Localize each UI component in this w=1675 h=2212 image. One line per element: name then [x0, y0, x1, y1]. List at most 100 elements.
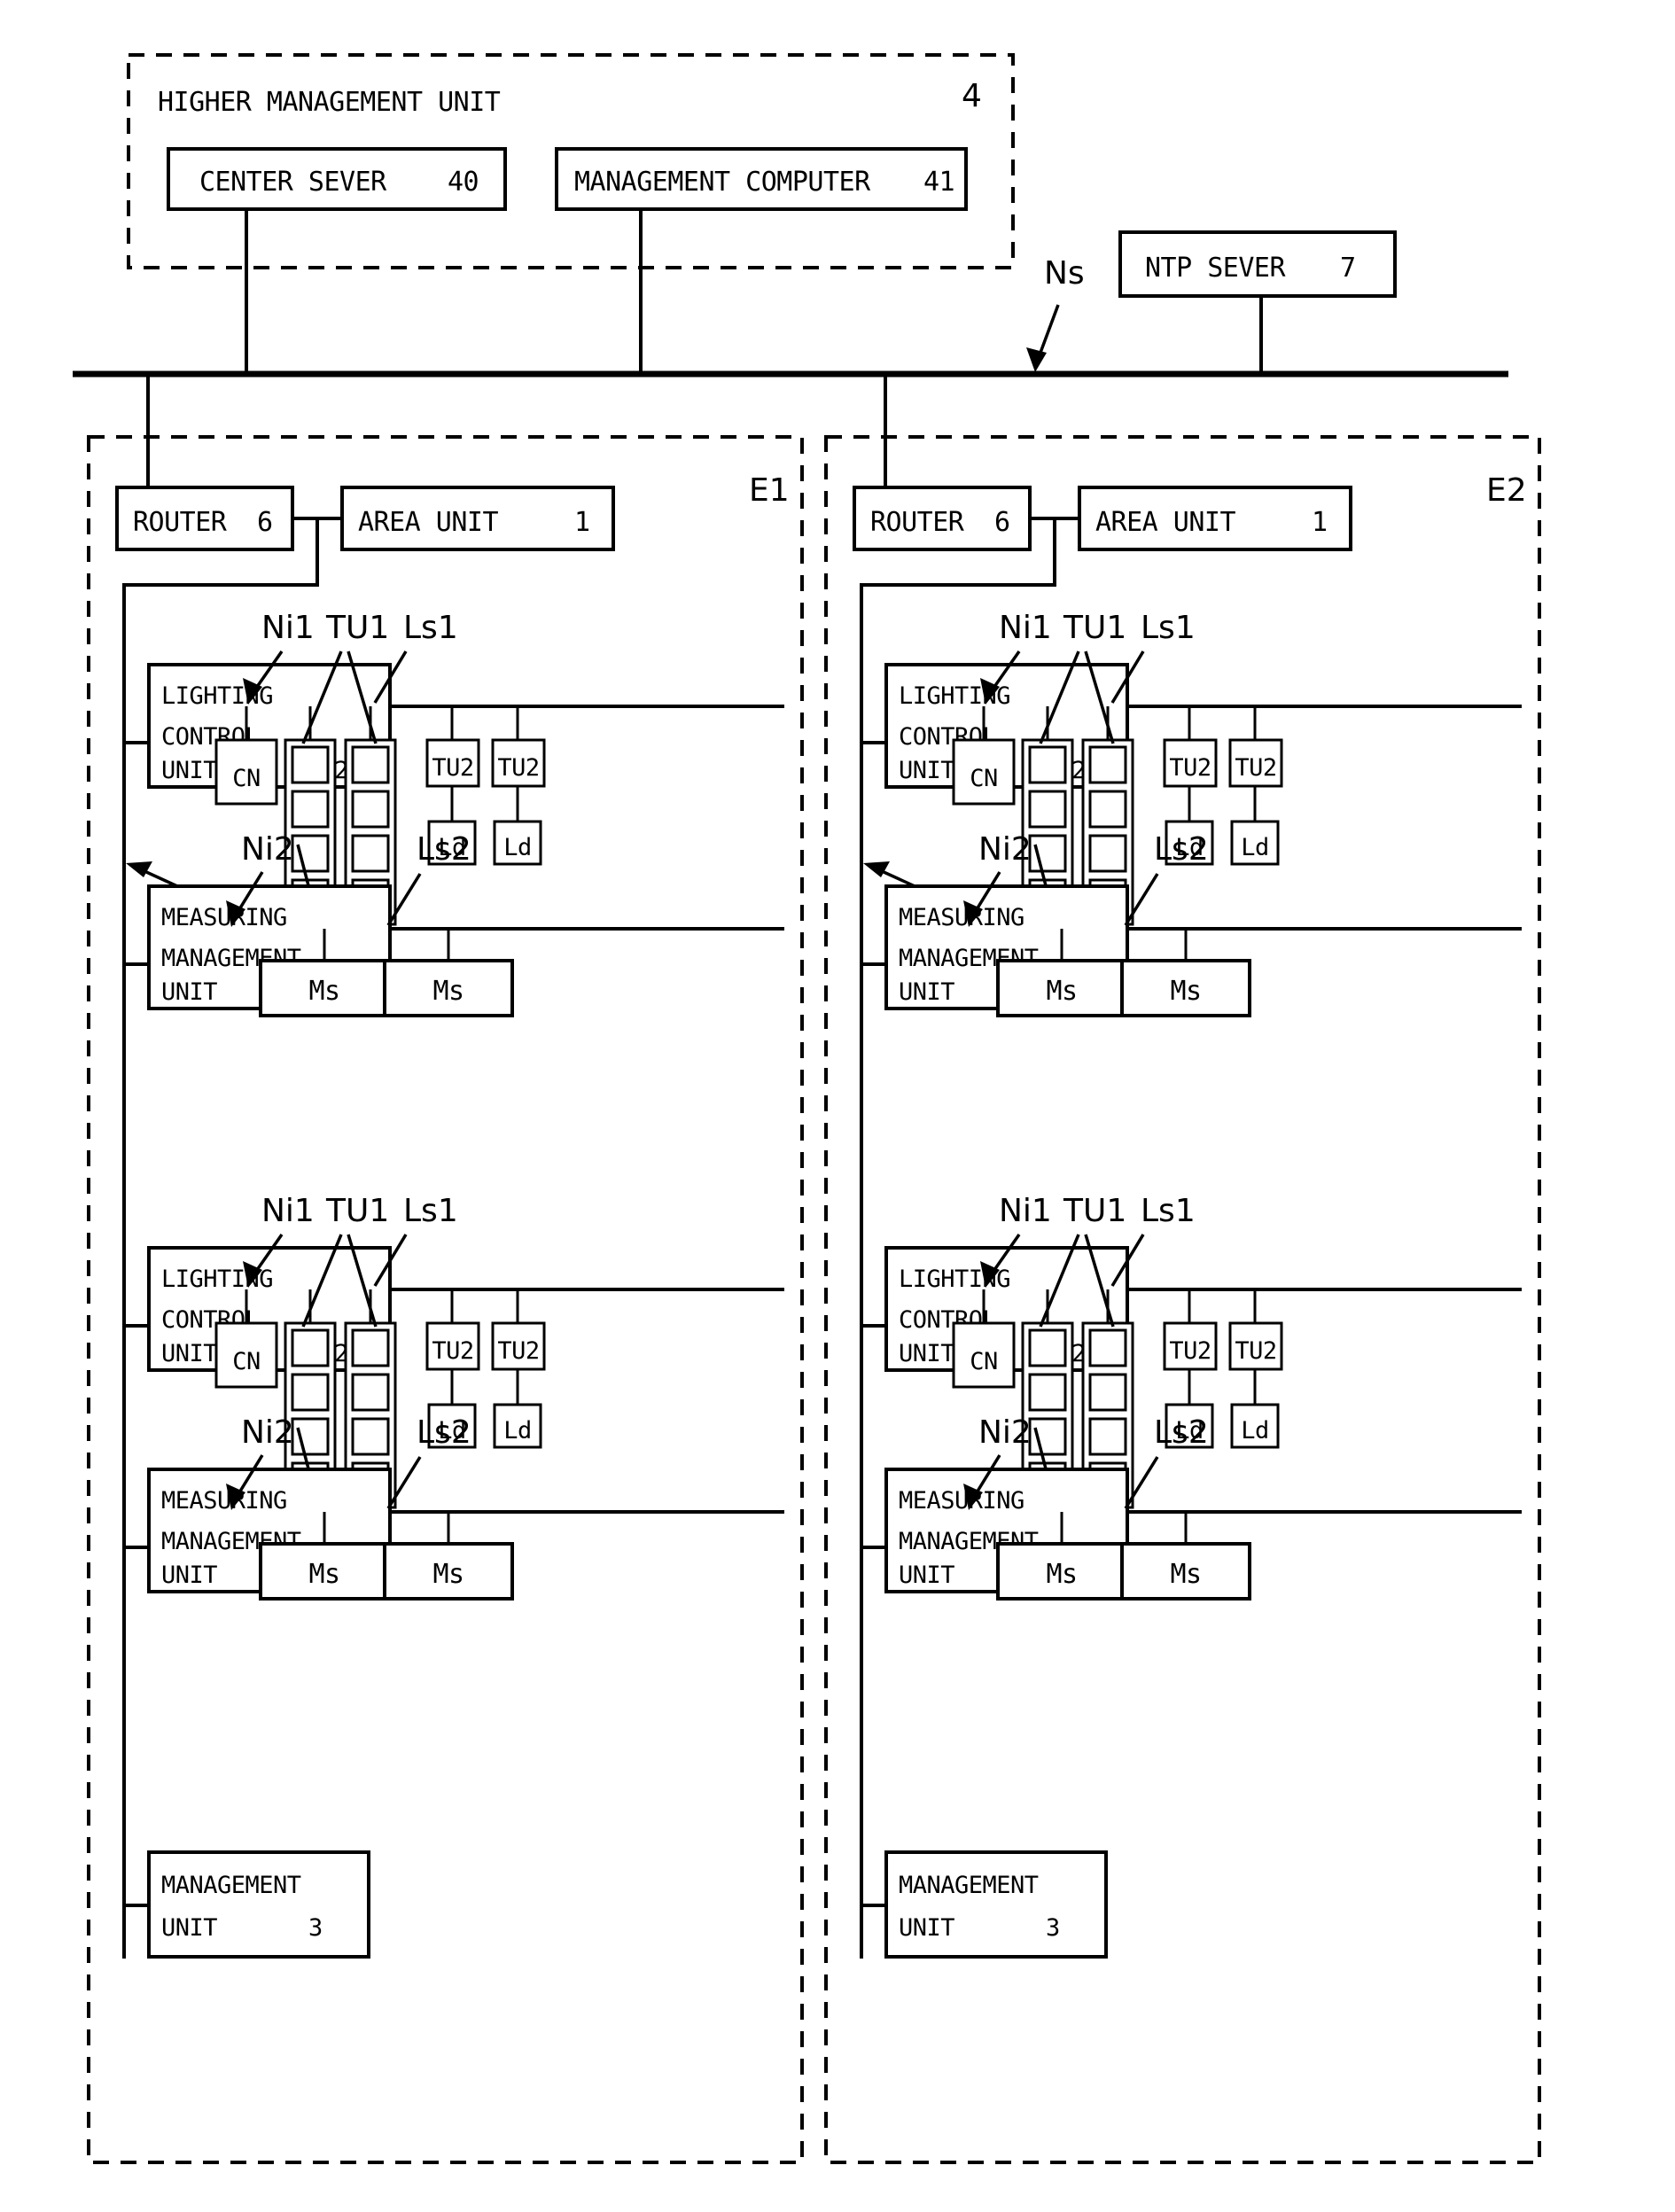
areas-layer: E1ROUTER6AREA UNIT1NmLIGHTINGCONTROLUNIT…: [87, 374, 1541, 2164]
ld-label: Ld: [1241, 834, 1269, 861]
center-sever-ref: 40: [448, 167, 479, 198]
tu2-label: TU2: [497, 754, 539, 782]
management-unit-line1: MANAGEMENT: [161, 1872, 301, 1899]
sw-switch-box[interactable]: [1028, 834, 1067, 873]
area-unit-label: AREA UNIT: [1095, 507, 1235, 538]
tu2-label: TU2: [432, 1337, 473, 1365]
ld-label: Ld: [503, 834, 532, 861]
cn-label: CN: [970, 1348, 998, 1375]
sw-switch-box[interactable]: [1028, 1328, 1067, 1367]
sw-switch-box[interactable]: [351, 745, 390, 784]
area-unit-ref: 1: [1312, 507, 1328, 538]
sw-switch-box[interactable]: [1088, 1328, 1127, 1367]
nm-arrowhead-icon: [126, 861, 152, 877]
management-unit-line2: UNIT: [161, 1914, 217, 1942]
sw-switch-box[interactable]: [351, 834, 390, 873]
management-unit-line1: MANAGEMENT: [899, 1872, 1039, 1899]
lighting-control-line3: UNIT: [899, 757, 954, 784]
tu1-label: TU1: [325, 1193, 389, 1229]
ls1-label: Ls1: [1141, 610, 1196, 646]
area-e1: E1ROUTER6AREA UNIT1NmLIGHTINGCONTROLUNIT…: [87, 374, 804, 2164]
ls1-label: Ls1: [1141, 1193, 1196, 1229]
measuring-line3: UNIT: [161, 978, 217, 1006]
ld-label: Ld: [1241, 1417, 1269, 1445]
measuring-line3: UNIT: [161, 1562, 217, 1589]
nm-arrowhead-icon: [863, 861, 890, 877]
tu2-label: TU2: [432, 754, 473, 782]
area-tag: E2: [1486, 472, 1527, 509]
ms-label: Ms: [432, 1559, 464, 1590]
ni2-label: Ni2: [241, 831, 294, 868]
ls2-label: Ls2: [1154, 1414, 1209, 1451]
ms-label: Ms: [1170, 1559, 1201, 1590]
lighting-control-line3: UNIT: [161, 757, 217, 784]
sw-switch-box[interactable]: [1088, 834, 1127, 873]
area-tag: E1: [749, 472, 790, 509]
lighting-control-line3: UNIT: [899, 1340, 954, 1367]
area-unit-label: AREA UNIT: [358, 507, 498, 538]
sw-switch-box[interactable]: [351, 1328, 390, 1367]
cn-label: CN: [970, 765, 998, 792]
ntp-sever: NTP SEVER 7: [1118, 230, 1397, 374]
router-label: ROUTER: [133, 507, 228, 538]
area-e2: E2ROUTER6AREA UNIT1NmLIGHTINGCONTROLUNIT…: [824, 374, 1541, 2164]
ms-label: Ms: [308, 1559, 339, 1590]
sw-switch-box[interactable]: [1028, 790, 1067, 829]
sw-switch-box[interactable]: [351, 790, 390, 829]
sw-switch-box[interactable]: [1028, 745, 1067, 784]
measuring-line1: MEASURING: [899, 904, 1024, 931]
router-ref: 6: [257, 507, 273, 538]
cn-label: CN: [232, 765, 261, 792]
ms-label: Ms: [1046, 1559, 1077, 1590]
sw-switch-box[interactable]: [291, 790, 330, 829]
ni2-label: Ni2: [978, 1414, 1032, 1451]
area-unit-ref: 1: [574, 507, 590, 538]
ni2-label: Ni2: [978, 831, 1032, 868]
ls1-label: Ls1: [403, 610, 458, 646]
ld-label: Ld: [503, 1417, 532, 1445]
ls1-label: Ls1: [403, 1193, 458, 1229]
ni1-label: Ni1: [261, 610, 315, 646]
sw-switch-box[interactable]: [291, 1373, 330, 1412]
lighting-control-line3: UNIT: [161, 1340, 217, 1367]
management-unit-line2: UNIT: [899, 1914, 954, 1942]
sw-switch-box[interactable]: [1088, 745, 1127, 784]
sw-switch-box[interactable]: [291, 834, 330, 873]
sw-switch-box[interactable]: [291, 1328, 330, 1367]
ls2-label: Ls2: [1154, 831, 1209, 868]
ni1-label: Ni1: [261, 1193, 315, 1229]
ls2-label: Ls2: [417, 831, 471, 868]
sw-switch-box[interactable]: [291, 1417, 330, 1456]
measuring-line1: MEASURING: [161, 904, 287, 931]
tu2-label: TU2: [1169, 1337, 1211, 1365]
router-ref: 6: [994, 507, 1010, 538]
sw-switch-box[interactable]: [1088, 790, 1127, 829]
management-unit-ref: 3: [308, 1914, 323, 1942]
management-unit-ref: 3: [1046, 1914, 1060, 1942]
sw-switch-box[interactable]: [1028, 1373, 1067, 1412]
backbone-label-ns: Ns: [1044, 255, 1085, 292]
sw-switch-box[interactable]: [351, 1373, 390, 1412]
management-computer-ref: 41: [923, 167, 954, 198]
sw-switch-box[interactable]: [351, 1417, 390, 1456]
router-label: ROUTER: [870, 507, 965, 538]
ni2-label: Ni2: [241, 1414, 294, 1451]
tu1-label: TU1: [325, 610, 389, 646]
ls2-label: Ls2: [417, 1414, 471, 1451]
measuring-line3: UNIT: [899, 978, 954, 1006]
measuring-line1: MEASURING: [899, 1487, 1024, 1515]
cn-label: CN: [232, 1348, 261, 1375]
ntp-sever-ref: 7: [1340, 253, 1356, 284]
ni1-label: Ni1: [999, 1193, 1052, 1229]
tu2-label: TU2: [1235, 754, 1276, 782]
management-computer-label: MANAGEMENT COMPUTER: [574, 167, 871, 198]
tu1-label: TU1: [1063, 1193, 1126, 1229]
ms-label: Ms: [308, 976, 339, 1007]
measuring-line3: UNIT: [899, 1562, 954, 1589]
sw-switch-box[interactable]: [1088, 1417, 1127, 1456]
center-sever-label: CENTER SEVER: [199, 167, 387, 198]
sw-switch-box[interactable]: [1088, 1373, 1127, 1412]
sw-switch-box[interactable]: [1028, 1417, 1067, 1456]
higher-management-unit-label: HIGHER MANAGEMENT UNIT: [158, 87, 501, 118]
sw-switch-box[interactable]: [291, 745, 330, 784]
